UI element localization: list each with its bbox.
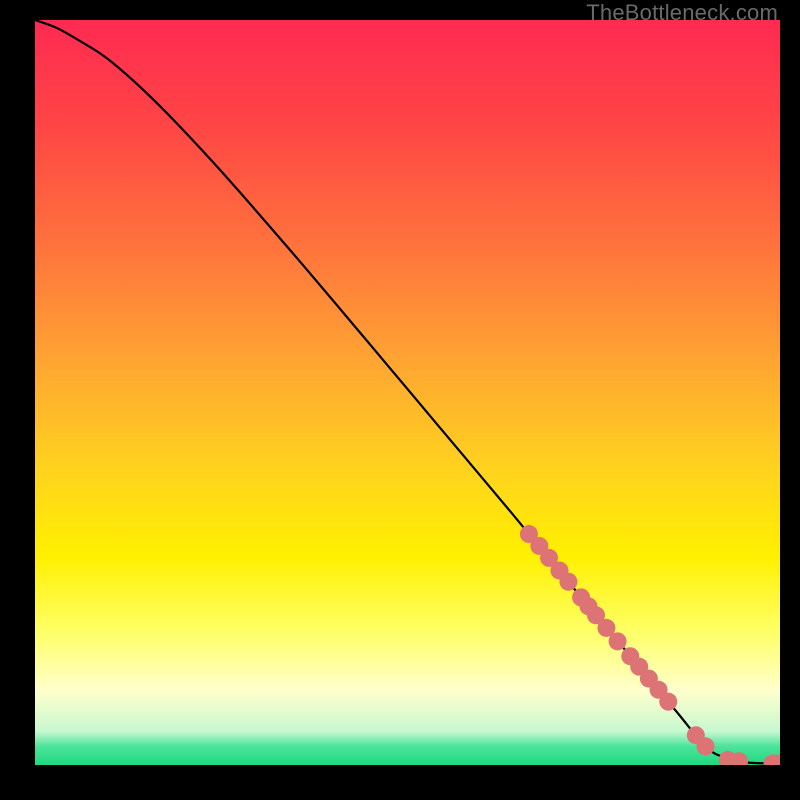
chart-frame: TheBottleneck.com	[0, 0, 800, 800]
data-point	[559, 573, 577, 591]
data-point	[697, 737, 715, 755]
gradient-background	[35, 20, 780, 765]
plot-area	[35, 20, 780, 765]
chart-svg	[35, 20, 780, 765]
data-point	[659, 693, 677, 711]
watermark-text: TheBottleneck.com	[586, 0, 778, 26]
data-point	[609, 632, 627, 650]
